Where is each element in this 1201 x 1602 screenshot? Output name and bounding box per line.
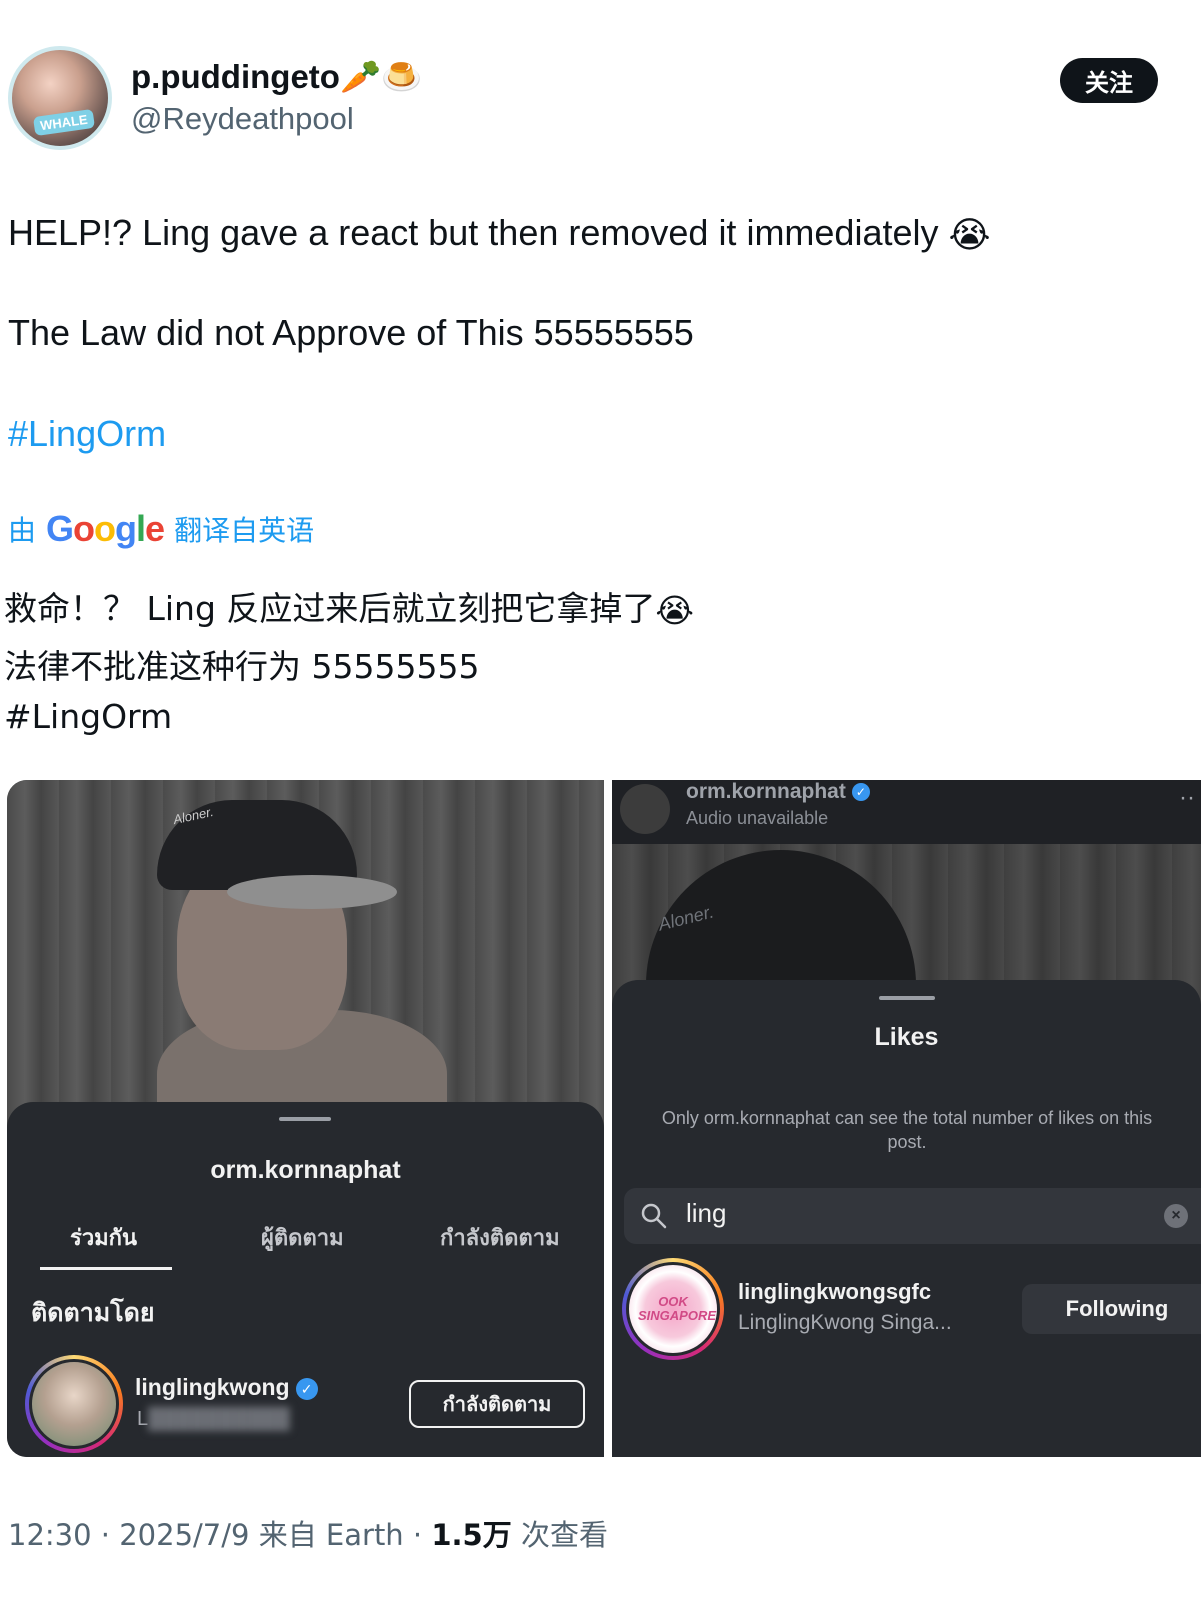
profile-name: orm.kornnaphat [210,1156,401,1184]
translation-suffix: 翻译自英语 [174,514,315,547]
tab-following[interactable]: กำลังติดตาม [440,1220,560,1255]
story-username-text: orm.kornnaphat [686,780,846,803]
likes-title: Likes [874,1023,939,1051]
tweet-text-line-1: HELP!? Ling gave a react but then remove… [8,212,991,256]
translated-line1-text: 救命！？ Ling 反应过来后就立刻把它拿掉了 [4,589,656,628]
user-avatar[interactable] [25,1355,123,1453]
photo-background: Aloner. [7,780,604,1170]
blurred-subtitle: ██████████ [148,1408,290,1430]
tab-followers[interactable]: ผู้ติดตาม [261,1220,344,1255]
result-fullname: LinglingKwong Singa... [738,1311,952,1334]
tweet-meta: 12:30 · 2025/7/9 来自 Earth · 1.5万 次查看 [8,1518,608,1552]
audio-status: Audio unavailable [686,808,829,828]
attached-image-left[interactable]: Aloner. orm.kornnaphat ร่วมกัน ผู้ติดตาม… [7,780,604,1457]
translated-line-1: 救命！？ Ling 反应过来后就立刻把它拿掉了😭 [4,582,694,630]
result-following-button[interactable]: Following [1022,1284,1201,1334]
result-avatar[interactable]: OOK SINGAPORE [622,1258,724,1360]
tweet-source: 来自 Earth [258,1518,404,1552]
translated-hashtag[interactable]: #LingOrm [4,697,172,736]
author-display-name[interactable]: p.puddingeto🥕🍮 [131,58,422,97]
verified-badge-icon: ✓ [295,1377,318,1400]
author-handle[interactable]: @Reydeathpool [131,101,354,137]
story-top-bar: orm.kornnaphat ✓ Audio unavailable ·· [612,780,1201,844]
google-logo: Google [46,508,165,549]
author-avatar[interactable]: WHALE [8,46,112,150]
name-emojis: 🥕🍮 [339,58,423,95]
active-tab-indicator [40,1267,172,1270]
verified-badge-icon: ✓ [851,783,870,802]
fan-logo-text: OOK SINGAPORE [638,1294,717,1323]
avatar-badge: WHALE [32,108,95,137]
sheet-grab-handle[interactable] [879,996,935,1000]
likes-privacy-note: Only orm.kornnaphat can see the total nu… [661,1108,1153,1152]
user-subtitle-text: L [137,1408,149,1430]
translation-attribution[interactable]: 由 Google 翻译自英语 [8,508,314,550]
followed-by-label: ติดตามโดย [31,1298,155,1327]
username-text: linglingkwong [135,1374,290,1400]
display-name-text: p.puddingeto [131,58,340,95]
photo-cap-brim [227,875,397,909]
translation-prefix: 由 [8,514,37,547]
crying-face-emoji: 😭 [655,591,694,630]
story-username[interactable]: orm.kornnaphat ✓ [686,780,870,804]
tab-mutual[interactable]: ร่วมกัน [70,1220,137,1255]
search-icon [641,1203,667,1229]
search-input[interactable] [686,1198,1126,1229]
tweet-date[interactable]: 2025/7/9 [119,1518,249,1552]
tweet-time[interactable]: 12:30 [8,1518,92,1552]
result-username[interactable]: linglingkwongsgfc [738,1279,931,1305]
crying-face-emoji: 😭 [948,214,991,256]
tweet-text-line-2: The Law did not Approve of This 55555555 [8,312,694,353]
likes-search-box[interactable]: × [624,1188,1201,1244]
clear-search-icon[interactable]: × [1164,1204,1188,1228]
sheet-grab-handle[interactable] [279,1117,331,1121]
following-button[interactable]: กำลังติดตาม [409,1380,585,1428]
tweet-hashtag[interactable]: #LingOrm [8,413,166,455]
more-options-icon[interactable]: ·· [1179,784,1195,812]
user-row-name[interactable]: linglingkwong ✓ [135,1374,318,1401]
view-count: 1.5万 [431,1518,512,1552]
user-subtitle: L██████████ [137,1408,290,1431]
translated-line-2: 法律不批准这种行为 55555555 [4,647,480,686]
attached-image-right[interactable]: orm.kornnaphat ✓ Audio unavailable ·· Alo… [612,780,1201,1457]
view-count-label: 次查看 [520,1518,608,1552]
tweet-line1-text: HELP!? Ling gave a react but then remove… [8,212,939,253]
story-avatar[interactable] [620,784,670,834]
follow-button[interactable]: 关注 [1060,58,1158,103]
